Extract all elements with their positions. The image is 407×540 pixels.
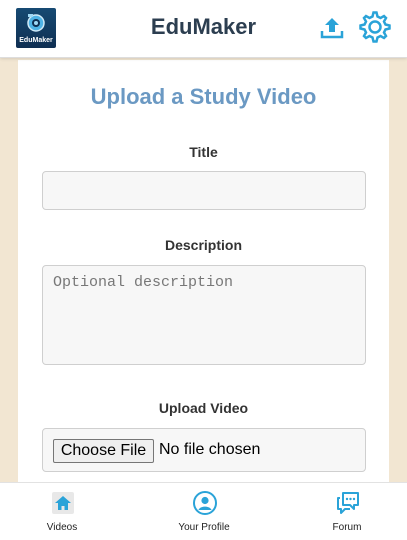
title-input[interactable] — [42, 171, 366, 210]
home-icon — [52, 492, 74, 514]
nav-item-forum[interactable]: Forum — [307, 483, 387, 540]
nav-label-forum: Forum — [332, 522, 362, 533]
page-title: Upload a Study Video — [90, 84, 317, 109]
nav-label-profile: Your Profile — [178, 522, 230, 533]
upload-video-label: Upload Video — [158, 400, 249, 416]
choose-file-button[interactable]: Choose File — [53, 439, 154, 463]
user-icon — [193, 491, 217, 515]
upload-form-card: Upload a Study Video Title Description U… — [18, 60, 389, 490]
gear-icon[interactable] — [358, 10, 392, 44]
file-input[interactable]: Choose File No file chosen — [42, 428, 366, 472]
title-label: Title — [189, 144, 218, 160]
chat-icon — [337, 492, 359, 514]
app-header: EduMaker EduMaker — [0, 0, 407, 58]
file-status: No file chosen — [159, 441, 261, 458]
description-textarea[interactable] — [42, 265, 366, 365]
description-label: Description — [164, 237, 242, 253]
nav-label-videos: Videos — [46, 522, 78, 533]
bottom-nav: Videos Your Profile Forum — [0, 482, 407, 540]
upload-icon[interactable] — [318, 14, 346, 42]
nav-item-profile[interactable]: Your Profile — [164, 483, 244, 540]
nav-item-videos[interactable]: Videos — [22, 483, 102, 540]
